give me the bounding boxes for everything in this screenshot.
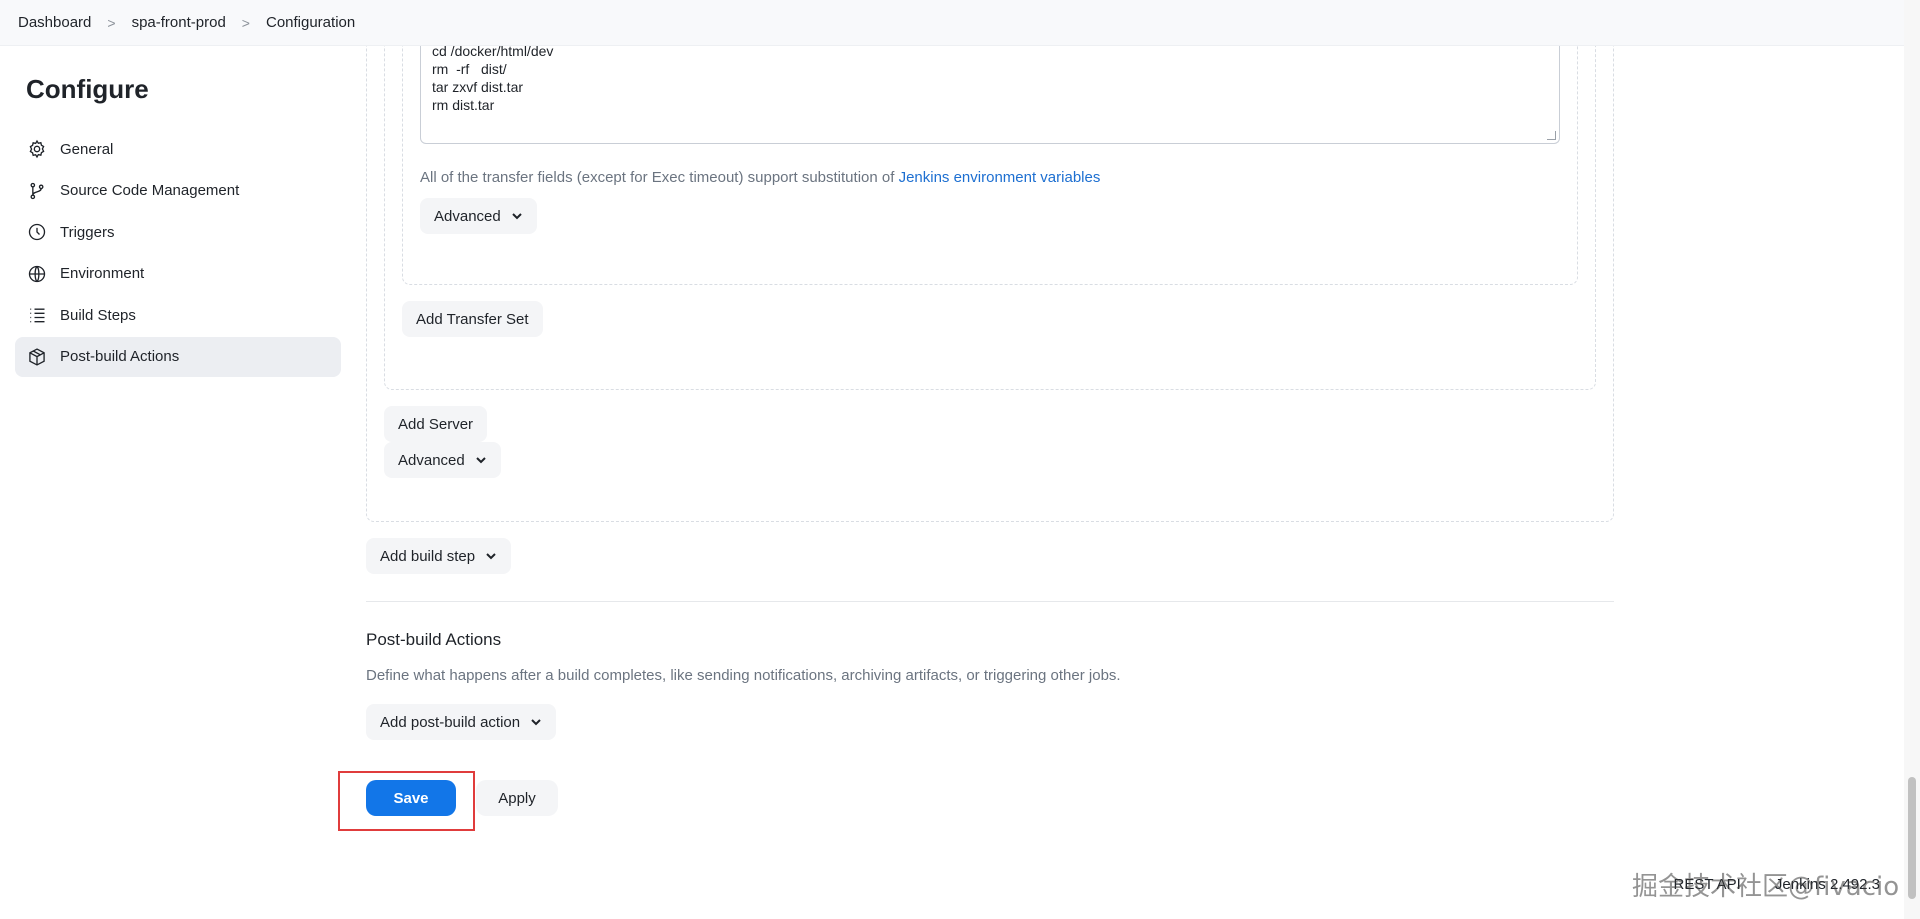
breadcrumb-job[interactable]: spa-front-prod [132,14,226,31]
clock-icon [26,221,48,243]
chevron-down-icon [530,716,542,728]
button-label: Add build step [380,547,476,565]
sidebar-nav: General Source Code Management Triggers … [15,129,341,377]
globe-icon [26,263,48,285]
sidebar-item-build-steps[interactable]: Build Steps [15,295,341,335]
sidebar: Configure General Source Code Management… [15,46,341,378]
save-highlight-box [338,771,475,831]
chevron-down-icon [475,454,487,466]
apply-button[interactable]: Apply [476,780,558,816]
jenkins-env-vars-link[interactable]: Jenkins environment variables [899,169,1101,186]
add-build-step-button[interactable]: Add build step [366,538,512,574]
section-divider [366,601,1614,602]
gear-icon [26,138,48,160]
chevron-right-icon: > [107,14,116,31]
sidebar-item-triggers[interactable]: Triggers [15,212,341,252]
breadcrumb-configuration[interactable]: Configuration [266,14,355,31]
chevron-down-icon [485,550,497,562]
button-label: Advanced [434,207,501,225]
sidebar-item-general[interactable]: General [15,129,341,169]
sidebar-item-label: Build Steps [60,306,136,324]
page-scrollbar[interactable] [1904,0,1920,919]
breadcrumb-dashboard[interactable]: Dashboard [18,14,91,31]
button-label: Add post-build action [380,713,521,731]
sidebar-item-source-code-management[interactable]: Source Code Management [15,171,341,211]
resize-handle-icon[interactable] [1547,131,1556,140]
watermark: 掘金技术社区@fivacio [1632,872,1900,902]
transfer-help-body: All of the transfer fields (except for E… [420,169,899,186]
sidebar-item-label: Post-build Actions [60,348,180,365]
advanced-server-button[interactable]: Advanced [384,442,501,478]
list-icon [26,304,48,326]
button-label: Add Server [398,415,474,433]
post-build-section-title: Post-build Actions [366,630,502,649]
breadcrumb: Dashboard > spa-front-prod > Configurati… [0,0,1904,46]
sidebar-item-environment[interactable]: Environment [15,254,341,294]
button-label: Add Transfer Set [416,310,529,328]
chevron-right-icon: > [241,14,250,31]
chevron-down-icon [511,210,523,222]
page-title: Configure [26,74,149,104]
advanced-transfer-button[interactable]: Advanced [420,198,537,234]
sidebar-item-label: Triggers [60,223,115,241]
main-content: cd /docker/html/dev rm -rf dist/ tar zxv… [366,0,1616,919]
sidebar-item-label: Environment [60,265,145,282]
package-icon [26,346,48,368]
add-post-build-action-button[interactable]: Add post-build action [366,704,557,740]
transfer-help-text: All of the transfer fields (except for E… [420,169,1100,186]
exec-command-textarea[interactable]: cd /docker/html/dev rm -rf dist/ tar zxv… [420,36,1560,144]
branch-icon [26,180,48,202]
button-label: Advanced [398,451,465,469]
sidebar-item-label: Source Code Management [60,182,240,199]
add-transfer-set-button[interactable]: Add Transfer Set [402,301,543,337]
scrollbar-thumb[interactable] [1908,777,1916,899]
add-server-button[interactable]: Add Server [384,406,488,442]
sidebar-item-post-build-actions[interactable]: Post-build Actions [15,336,341,377]
post-build-section-description: Define what happens after a build comple… [366,667,1121,684]
sidebar-item-label: General [60,140,114,158]
